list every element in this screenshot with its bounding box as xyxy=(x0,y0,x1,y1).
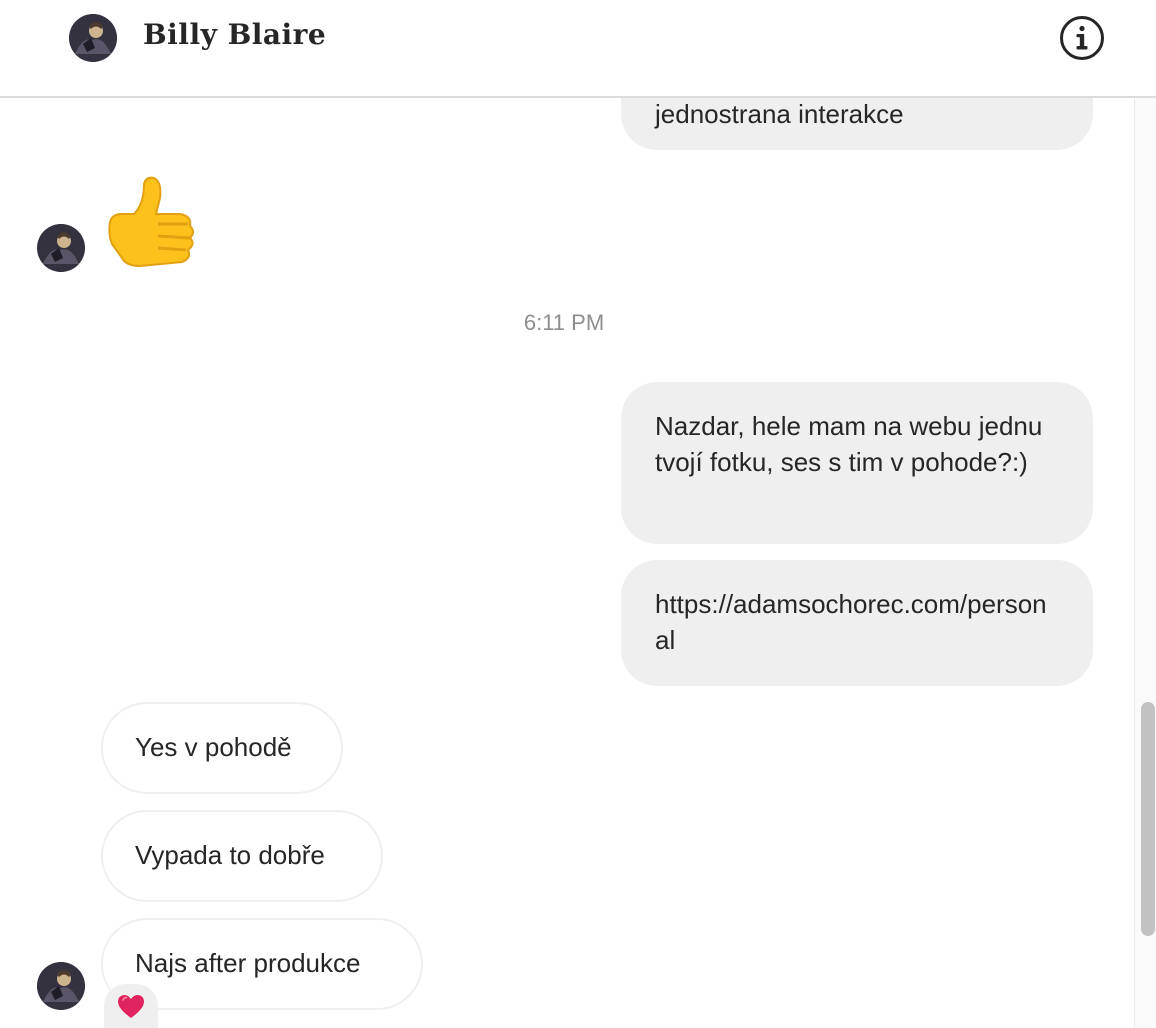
info-button[interactable] xyxy=(1059,15,1105,61)
avatar[interactable] xyxy=(37,224,85,272)
profile-photo-icon xyxy=(69,14,117,62)
message-text: Vypada to dobře xyxy=(135,840,325,870)
avatar[interactable] xyxy=(37,962,85,1010)
chat-header: Billy Blaire xyxy=(0,0,1156,98)
message-text: Najs after produkce xyxy=(135,948,361,978)
message-bubble-outgoing[interactable]: Nazdar, hele mam na webu jednu tvojí fot… xyxy=(621,382,1093,544)
thumbs-up-message[interactable] xyxy=(100,174,200,274)
heart-icon xyxy=(118,995,144,1018)
scrollbar-thumb[interactable] xyxy=(1141,702,1155,936)
thumbs-up-icon xyxy=(108,176,194,268)
message-bubble-incoming[interactable]: Yes v pohodě xyxy=(101,702,343,794)
message-text: Yes v pohodě xyxy=(135,732,292,762)
message-link[interactable]: https://adamsochorec.com/personal xyxy=(655,589,1047,655)
reaction-badge[interactable] xyxy=(104,984,158,1028)
message-text: jednostrana interakce xyxy=(655,99,904,129)
message-bubble-incoming[interactable]: Vypada to dobře xyxy=(101,810,383,902)
message-bubble-outgoing[interactable]: jednostrana interakce xyxy=(621,98,1093,150)
avatar[interactable] xyxy=(69,14,117,62)
timestamp: 6:11 PM xyxy=(523,310,605,335)
message-text: Nazdar, hele mam na webu jednu tvojí fot… xyxy=(655,411,1043,477)
message-thread[interactable]: jednostrana interakce 6:11 PM Nazdar, he… xyxy=(0,98,1134,1028)
info-icon xyxy=(1060,16,1104,60)
contact-name[interactable]: Billy Blaire xyxy=(143,18,326,51)
message-bubble-outgoing-link[interactable]: https://adamsochorec.com/personal xyxy=(621,560,1093,686)
profile-photo-icon xyxy=(37,224,85,272)
profile-photo-icon xyxy=(37,962,85,1010)
